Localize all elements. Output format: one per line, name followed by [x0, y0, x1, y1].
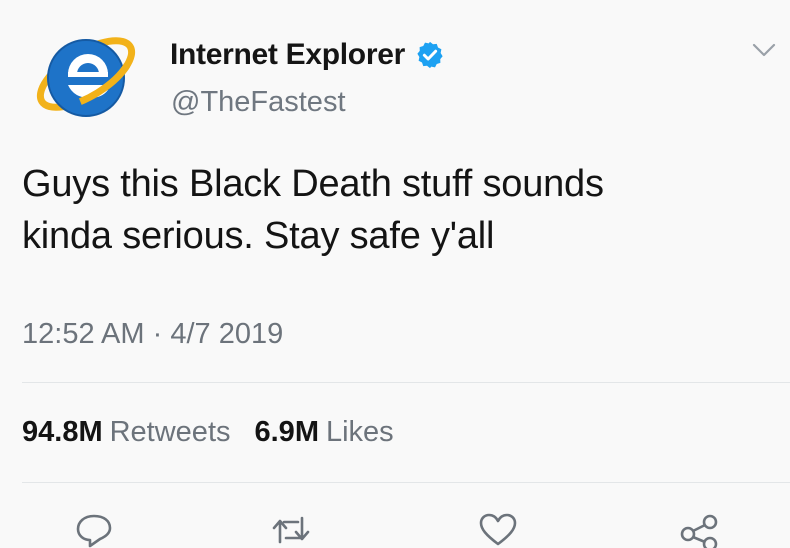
divider — [22, 382, 790, 383]
retweets-stat[interactable]: 94.8M Retweets — [22, 416, 231, 449]
author-row: Internet Explorer — [170, 38, 445, 72]
likes-stat[interactable]: 6.9M Likes — [255, 416, 394, 449]
likes-count: 6.9M — [254, 416, 319, 448]
internet-explorer-logo[interactable] — [24, 22, 144, 127]
likes-label: Likes — [325, 416, 394, 448]
like-button[interactable] — [476, 512, 520, 548]
tweet-card: Internet Explorer @TheFastest Guys this … — [0, 0, 790, 548]
tweet-date: 4/7 2019 — [170, 318, 284, 350]
heart-icon — [479, 513, 517, 546]
chevron-down-icon[interactable] — [752, 42, 776, 58]
tweet-actions — [0, 512, 790, 548]
retweet-icon — [272, 516, 310, 544]
reply-button[interactable] — [72, 512, 116, 548]
timestamp-separator: · — [152, 318, 163, 350]
retweets-label: Retweets — [109, 416, 231, 448]
author-handle[interactable]: @TheFastest — [171, 86, 346, 119]
share-button[interactable] — [678, 512, 722, 548]
retweet-button[interactable] — [270, 512, 314, 548]
divider — [22, 482, 790, 483]
tweet-text-line: Guys this Black Death stuff sounds — [22, 163, 604, 205]
verified-badge-icon — [417, 41, 443, 69]
reply-icon — [76, 514, 112, 548]
tweet-time: 12:52 AM — [22, 318, 145, 350]
retweets-count: 94.8M — [22, 416, 103, 448]
engagement-stats: 94.8M Retweets 6.9M Likes — [22, 416, 394, 449]
tweet-text: Guys this Black Death stuff sounds kinda… — [22, 158, 762, 262]
tweet-timestamp[interactable]: 12:52 AM · 4/7 2019 — [22, 318, 283, 351]
author-display-name[interactable]: Internet Explorer — [170, 38, 405, 72]
share-icon — [680, 514, 718, 548]
tweet-text-line: kinda serious. Stay safe y'all — [22, 215, 495, 257]
